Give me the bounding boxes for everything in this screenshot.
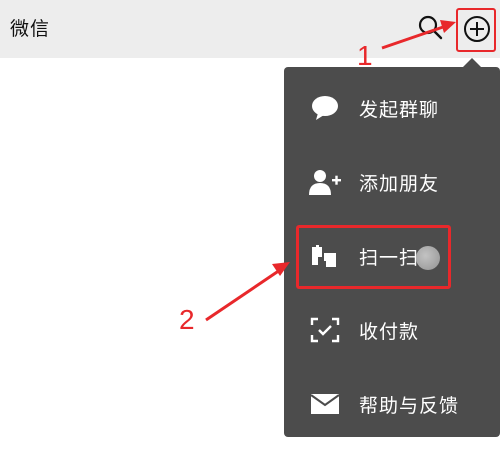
menu-item-add-friend[interactable]: 添加朋友 — [284, 145, 500, 219]
chat-bubble-icon — [309, 94, 341, 122]
menu-item-label: 帮助与反馈 — [359, 394, 460, 417]
annotation-box-add — [456, 8, 496, 52]
menu-item-payment[interactable]: 收付款 — [284, 293, 500, 367]
menu-item-group-chat[interactable]: 发起群聊 — [284, 71, 500, 145]
menu-item-help-feedback[interactable]: 帮助与反馈 — [284, 367, 500, 441]
annotation-label-1: 1 — [357, 40, 373, 71]
wechat-screen: 微信 发起群聊 添加朋友 扫一扫 收付款 帮助与反馈 1 2 — [0, 0, 500, 465]
annotation-arrow-2 — [205, 262, 290, 322]
touch-indicator — [416, 246, 440, 270]
page-title: 微信 — [10, 18, 51, 40]
annotation-label-2: 2 — [179, 304, 195, 335]
menu-item-label: 收付款 — [359, 320, 420, 343]
payment-scan-icon — [309, 316, 341, 344]
menu-item-label: 添加朋友 — [359, 172, 440, 195]
search-icon[interactable] — [417, 14, 443, 40]
menu-item-label: 发起群聊 — [359, 98, 440, 121]
top-bar: 微信 — [0, 0, 500, 58]
mail-icon — [309, 390, 341, 418]
add-friend-icon — [309, 168, 341, 196]
